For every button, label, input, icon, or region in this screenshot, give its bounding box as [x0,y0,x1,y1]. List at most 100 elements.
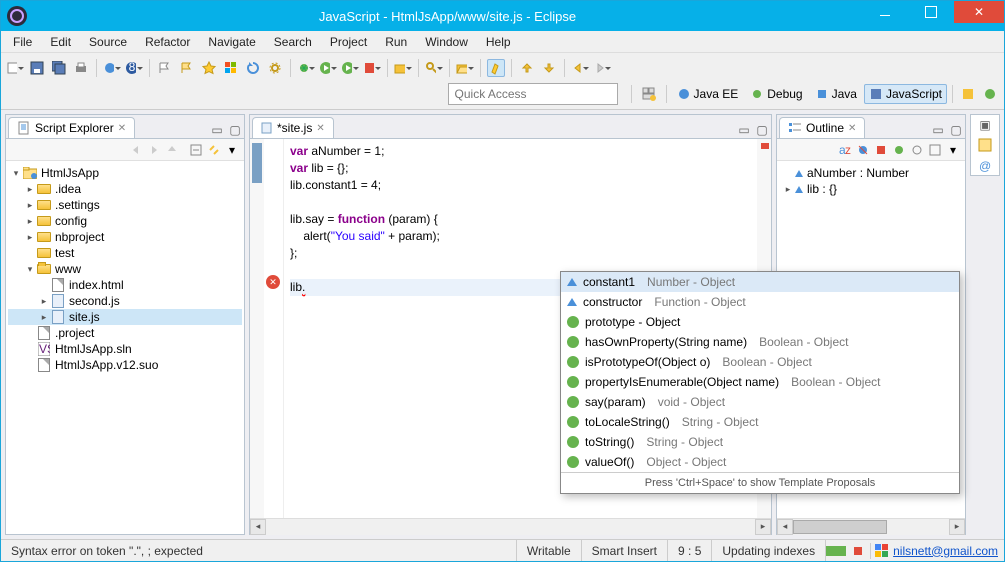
minimize-view-button[interactable]: ▭ [209,122,225,138]
close-button[interactable] [954,1,1004,23]
collapse-all-icon[interactable] [188,142,204,158]
flag2-icon[interactable] [178,59,196,77]
editor-h-scrollbar[interactable]: ◂▸ [250,518,771,534]
minimize-outline-button[interactable]: ▭ [930,122,946,138]
win-icon[interactable] [222,59,240,77]
perspective-debug[interactable]: Debug [745,84,807,104]
link-editor-icon[interactable] [206,142,222,158]
assist-item[interactable]: prototype - Object [561,312,959,332]
perspective-javaee[interactable]: Java EE [672,84,744,104]
status-user[interactable]: nilsnett@gmail.com [893,544,998,558]
outline-h-scrollbar[interactable]: ◂▸ [777,518,965,534]
assist-item[interactable]: toLocaleString() String - Object [561,412,959,432]
print-button[interactable] [72,59,90,77]
ext-tools-button[interactable] [363,59,381,77]
next-annotation-button[interactable] [540,59,558,77]
assist-item[interactable]: hasOwnProperty(String name) Boolean - Ob… [561,332,959,352]
menu-help[interactable]: Help [478,33,519,51]
explorer-tree[interactable]: ▾HtmlJsApp▸.idea▸.settings▸config▸nbproj… [6,161,244,534]
maximize-editor-button[interactable]: ▢ [754,122,770,138]
close-icon[interactable]: ✕ [848,123,856,134]
menu-file[interactable]: File [5,33,40,51]
open-folder-button[interactable] [456,59,474,77]
outline-item[interactable]: ▸lib : {} [781,181,961,197]
assist-item[interactable]: constructor Function - Object [561,292,959,312]
perspective-javascript[interactable]: JavaScript [864,84,947,104]
maximize-view-button[interactable]: ▢ [227,122,243,138]
menu-refactor[interactable]: Refactor [137,33,198,51]
view-menu-icon[interactable]: ▾ [224,142,240,158]
assist-item[interactable]: toString() String - Object [561,432,959,452]
tree-item[interactable]: ▾HtmlJsApp [8,165,242,181]
back-nav-icon[interactable] [128,142,144,158]
fwd-nav-icon[interactable] [146,142,162,158]
menu-navigate[interactable]: Navigate [200,33,263,51]
maximize-button[interactable] [908,1,954,23]
snippets-icon[interactable] [977,137,993,153]
menu-source[interactable]: Source [81,33,135,51]
assist-item[interactable]: propertyIsEnumerable(Object name) Boolea… [561,372,959,392]
tree-item[interactable]: ▸config [8,213,242,229]
run-button[interactable] [319,59,337,77]
run-last-button[interactable] [341,59,359,77]
tree-item[interactable]: ▸.idea [8,181,242,197]
up-nav-icon[interactable] [164,142,180,158]
assist-item[interactable]: say(param) void - Object [561,392,959,412]
menu-search[interactable]: Search [266,33,320,51]
tree-item[interactable]: ▸.settings [8,197,242,213]
tree-item[interactable]: test [8,245,242,261]
globe-button[interactable]: 8 [125,59,143,77]
outline-item[interactable]: aNumber : Number [781,165,961,181]
new-button[interactable] [6,59,24,77]
at-icon[interactable]: @ [977,157,993,173]
persp-extra2-icon[interactable] [981,85,999,103]
highlight-button[interactable] [487,59,505,77]
gear-icon[interactable] [266,59,284,77]
menu-edit[interactable]: Edit [42,33,79,51]
save-button[interactable] [28,59,46,77]
search-button[interactable] [425,59,443,77]
outline-tab[interactable]: Outline ✕ [779,117,865,138]
editor-tab-sitejs[interactable]: *site.js ✕ [252,117,334,138]
debug-button[interactable] [297,59,315,77]
star-icon[interactable] [200,59,218,77]
assist-item[interactable]: isPrototypeOf(Object o) Boolean - Object [561,352,959,372]
tree-item[interactable]: index.html [8,277,242,293]
minimize-button[interactable] [862,1,908,23]
assist-list[interactable]: constant1 Number - Objectconstructor Fun… [561,272,959,472]
prev-annotation-button[interactable] [518,59,536,77]
refresh-icon[interactable] [244,59,262,77]
close-icon[interactable]: ✕ [316,123,324,134]
menu-run[interactable]: Run [377,33,415,51]
back-button[interactable] [571,59,589,77]
browser-button[interactable] [103,59,121,77]
restore-view-button[interactable]: ▣ [977,117,993,133]
tree-item[interactable]: ▾www [8,261,242,277]
tree-item[interactable]: HtmlJsApp.v12.suo [8,357,242,373]
maximize-outline-button[interactable]: ▢ [948,122,964,138]
script-explorer-tab[interactable]: Script Explorer ✕ [8,117,135,138]
menu-project[interactable]: Project [322,33,375,51]
persp-extra1-icon[interactable] [959,85,977,103]
minimize-editor-button[interactable]: ▭ [736,122,752,138]
assist-item[interactable]: valueOf() Object - Object [561,452,959,472]
hide-fields-icon[interactable] [855,142,871,158]
new-folder-button[interactable] [394,59,412,77]
tree-item[interactable]: .project [8,325,242,341]
perspective-java[interactable]: Java [810,84,862,104]
flag1-icon[interactable] [156,59,174,77]
close-icon[interactable]: ✕ [118,123,126,134]
quick-access-input[interactable] [448,83,618,105]
tree-item[interactable]: ▸nbproject [8,229,242,245]
hide-nonpublic-icon[interactable] [891,142,907,158]
outline-menu-icon[interactable]: ▾ [945,142,961,158]
forward-button[interactable] [593,59,611,77]
tree-item[interactable]: VSHtmlJsApp.sln [8,341,242,357]
hide-local-icon[interactable] [909,142,925,158]
collapse-outline-icon[interactable] [927,142,943,158]
save-all-button[interactable] [50,59,68,77]
sort-icon[interactable]: az [837,142,853,158]
hide-static-icon[interactable] [873,142,889,158]
tree-item[interactable]: ▸second.js [8,293,242,309]
progress-stop-icon[interactable] [850,543,866,559]
